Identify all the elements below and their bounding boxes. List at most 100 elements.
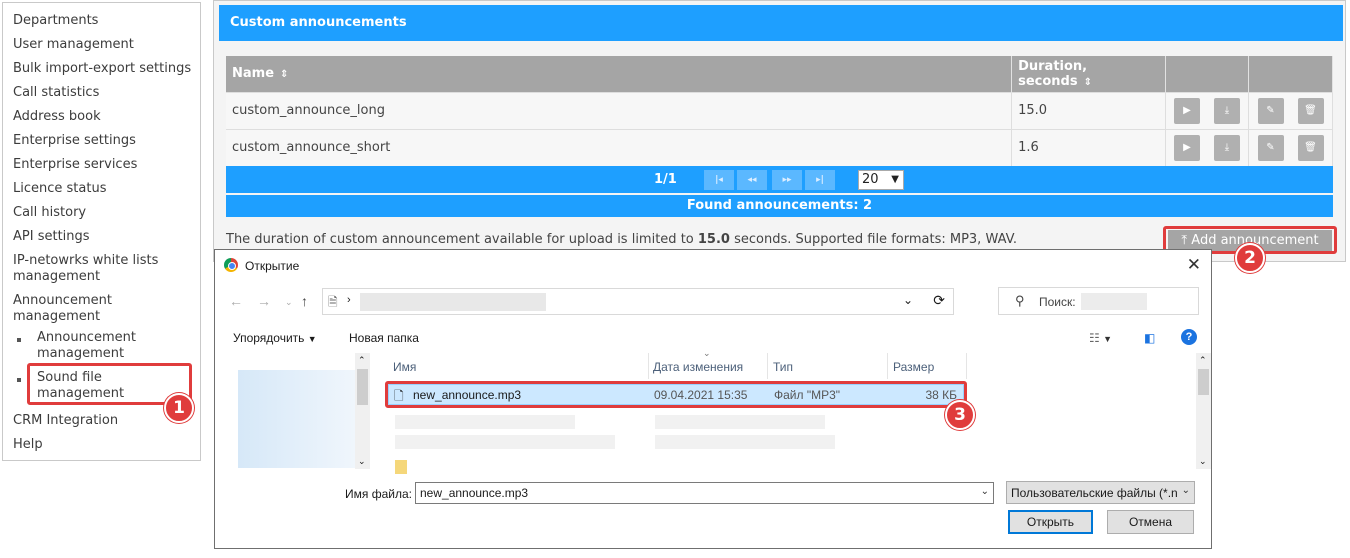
- blurred-path: [360, 293, 546, 311]
- scroll-up-icon[interactable]: ⌃: [1199, 355, 1207, 366]
- last-page-icon[interactable]: ▸|: [805, 170, 835, 190]
- first-page-icon[interactable]: |◂: [704, 170, 734, 190]
- open-button[interactable]: Открыть: [1008, 510, 1093, 534]
- scroll-up-icon[interactable]: ⌃: [358, 355, 366, 366]
- recent-chevron-icon[interactable]: ⌄: [285, 297, 293, 308]
- scroll-down-icon[interactable]: ⌄: [358, 456, 366, 467]
- blurred-file-row: [395, 415, 575, 429]
- play-icon[interactable]: ▶: [1174, 134, 1201, 161]
- cancel-button[interactable]: Отмена: [1107, 510, 1194, 534]
- delete-icon[interactable]: 🗑: [1297, 97, 1324, 124]
- column-header-duration-label: Duration, seconds: [1018, 58, 1088, 89]
- prev-page-icon[interactable]: ◂◂: [737, 170, 767, 190]
- table-row: custom_announce_long 15.0 ▶ ⤓ ✎ 🗑: [226, 91, 1333, 129]
- row-actions-cell: ✎ 🗑: [1248, 128, 1333, 166]
- scroll-thumb[interactable]: [1198, 369, 1209, 395]
- sidebar-item-enterprise-settings[interactable]: Enterprise settings: [13, 133, 199, 149]
- search-box[interactable]: ⚲ Поиск:: [998, 287, 1199, 315]
- sidebar-item-api-settings[interactable]: API settings: [13, 229, 199, 245]
- navigation-pane[interactable]: [238, 370, 356, 468]
- note-limit: 15.0: [697, 232, 730, 247]
- file-type-filter-value: Пользовательские файлы (*.n: [1011, 486, 1178, 500]
- sidebar-item-user-management[interactable]: User management: [13, 37, 199, 53]
- address-bar[interactable]: 🗎 › ⌄ ⟳: [322, 288, 954, 315]
- document-icon: 🗎: [328, 295, 338, 309]
- column-header-name[interactable]: Name ⇕: [226, 56, 1013, 92]
- refresh-icon[interactable]: ⟳: [933, 292, 945, 309]
- next-page-icon[interactable]: ▸▸: [772, 170, 802, 190]
- column-header-date[interactable]: Дата изменения: [653, 360, 743, 374]
- row-actions-cell: ▶ ⤓: [1165, 91, 1249, 129]
- upload-limit-note: The duration of custom announcement avai…: [226, 232, 1017, 247]
- download-icon[interactable]: ⤓: [1214, 134, 1241, 161]
- sort-icon[interactable]: ⇕: [1084, 77, 1092, 88]
- up-arrow-icon[interactable]: ↑: [301, 293, 308, 309]
- nav-pane-scrollbar[interactable]: ⌃ ⌄: [355, 353, 370, 469]
- preview-pane-icon[interactable]: ◧: [1144, 331, 1155, 345]
- column-header-actions-2: [1248, 56, 1333, 92]
- row-name: custom_announce_short: [226, 128, 1013, 166]
- custom-announcements-panel: Custom announcements Name ⇕ Duration, sec…: [213, 0, 1346, 262]
- forward-arrow-icon[interactable]: →: [257, 293, 271, 309]
- chevron-down-icon[interactable]: ⌄: [981, 486, 989, 497]
- sidebar-item-call-history[interactable]: Call history: [13, 205, 199, 221]
- page-indicator: 1/1: [654, 172, 677, 187]
- highlight-selected-file: [385, 381, 967, 408]
- found-count: Found announcements: 2: [226, 195, 1333, 217]
- view-options-icon[interactable]: ☷ ▼: [1089, 331, 1112, 345]
- edit-icon[interactable]: ✎: [1257, 134, 1284, 161]
- step-badge-3: 3: [945, 400, 975, 430]
- download-icon[interactable]: ⤓: [1214, 97, 1241, 124]
- scroll-thumb[interactable]: [357, 369, 368, 405]
- column-header-name-label: Name: [232, 66, 275, 82]
- filename-input[interactable]: new_announce.mp3 ⌄: [415, 482, 994, 504]
- note-suffix: seconds. Supported file formats: MP3, WA…: [729, 232, 1017, 247]
- bullet-icon: [17, 378, 21, 382]
- sidebar-item-help[interactable]: Help: [13, 437, 199, 453]
- play-icon[interactable]: ▶: [1174, 97, 1201, 124]
- file-list-scrollbar[interactable]: ⌃ ⌄: [1196, 353, 1211, 469]
- organize-menu[interactable]: Упорядочить ▼: [233, 331, 317, 345]
- row-duration: 1.6: [1011, 128, 1167, 166]
- sidebar-item-departments[interactable]: Departments: [13, 13, 199, 29]
- pagination-bar: 1/1 |◂ ◂◂ ▸▸ ▸| 20 ▼: [226, 166, 1333, 193]
- column-header-size[interactable]: Размер: [893, 360, 934, 374]
- sidebar-item-address-book[interactable]: Address book: [13, 109, 199, 125]
- column-header-duration[interactable]: Duration, seconds ⇕: [1011, 56, 1167, 92]
- column-divider: [966, 353, 967, 379]
- blurred-file-row: [655, 435, 835, 449]
- delete-icon[interactable]: 🗑: [1297, 134, 1324, 161]
- row-name: custom_announce_long: [226, 91, 1013, 129]
- table-header-row: Name ⇕ Duration, seconds ⇕: [226, 56, 1333, 92]
- sidebar-item-call-statistics[interactable]: Call statistics: [13, 85, 199, 101]
- file-type-filter[interactable]: Пользовательские файлы (*.n ⌄: [1006, 481, 1195, 504]
- filename-label: Имя файла:: [345, 487, 412, 501]
- sidebar-item-announcement-management[interactable]: Announcement management: [13, 293, 143, 325]
- search-label: Поиск:: [1039, 295, 1076, 309]
- help-icon[interactable]: ?: [1181, 329, 1197, 345]
- sidebar-item-bulk-import-export[interactable]: Bulk import-export settings: [13, 61, 199, 77]
- column-divider: [767, 353, 768, 379]
- back-arrow-icon[interactable]: ←: [229, 293, 243, 309]
- column-header-name[interactable]: Имя: [393, 360, 416, 374]
- blurred-file-row: [655, 415, 825, 429]
- scroll-down-icon[interactable]: ⌄: [1199, 456, 1207, 467]
- new-folder-button[interactable]: Новая папка: [349, 331, 419, 345]
- close-icon[interactable]: ✕: [1187, 255, 1201, 275]
- page-size-select[interactable]: 20 ▼: [858, 170, 904, 190]
- sidebar-item-ip-white-lists[interactable]: IP-netowrks white lists management: [13, 253, 183, 285]
- sidebar-subitem-announcement-management[interactable]: Announcement management: [37, 330, 157, 362]
- column-divider: [648, 353, 649, 379]
- sidebar-item-enterprise-services[interactable]: Enterprise services: [13, 157, 199, 173]
- chevron-down-icon[interactable]: ⌄: [903, 293, 913, 307]
- sort-icon[interactable]: ⇕: [280, 69, 288, 80]
- column-header-actions-1: [1165, 56, 1249, 92]
- blurred-file-row: [395, 435, 615, 449]
- sidebar-item-licence-status[interactable]: Licence status: [13, 181, 199, 197]
- edit-icon[interactable]: ✎: [1257, 97, 1284, 124]
- chrome-icon: [224, 258, 238, 272]
- column-divider: [887, 353, 888, 379]
- dialog-title: Открытие: [245, 259, 300, 273]
- chevron-down-icon: ⌄: [1181, 485, 1190, 496]
- column-header-type[interactable]: Тип: [773, 360, 793, 374]
